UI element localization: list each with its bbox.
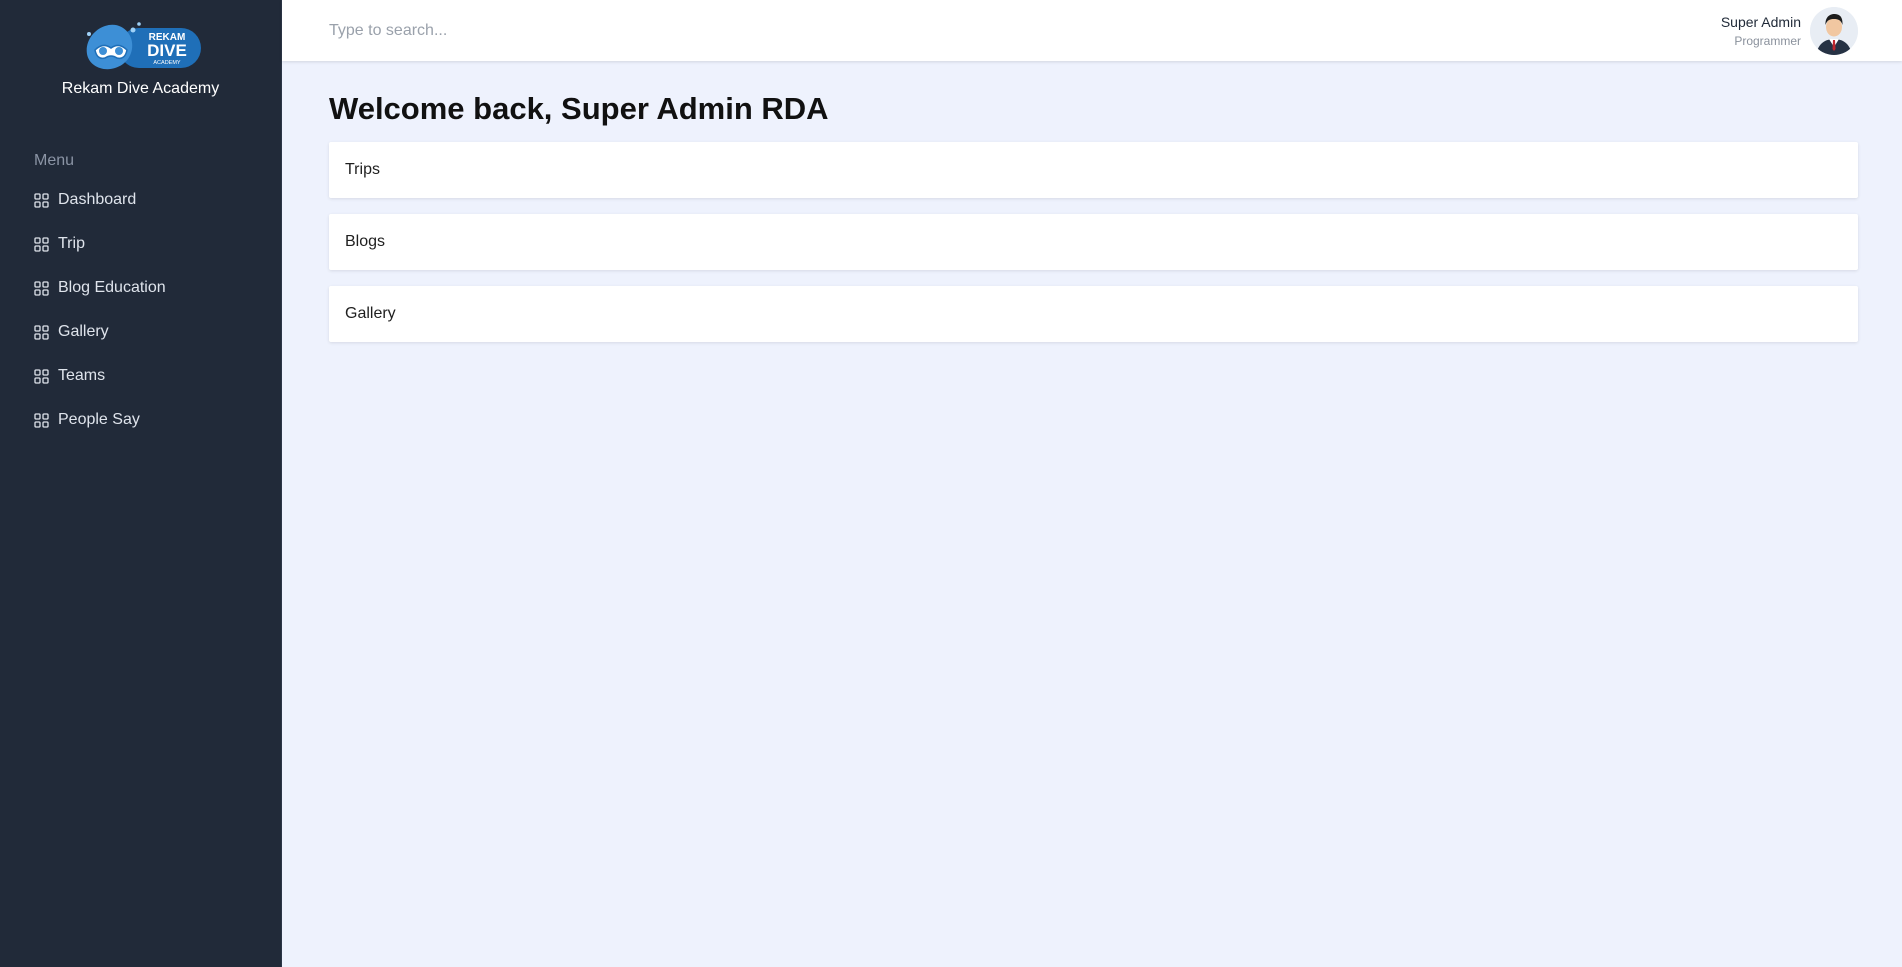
- grid-icon: [34, 280, 49, 296]
- card-gallery[interactable]: Gallery: [329, 286, 1858, 342]
- user-menu[interactable]: Super Admin Programmer: [1721, 6, 1858, 55]
- avatar[interactable]: [1810, 6, 1858, 55]
- grid-icon: [34, 236, 49, 252]
- grid-icon: [34, 324, 49, 340]
- sidebar: REKAM DIVE ACADEMY Rekam Dive Academy Me…: [0, 0, 282, 967]
- sidebar-item-label: Blog Education: [58, 279, 166, 296]
- sidebar-item-blog-education[interactable]: Blog Education: [0, 266, 281, 310]
- sidebar-item-people-say[interactable]: People Say: [0, 398, 281, 442]
- top-bar: Super Admin Programmer: [282, 0, 1902, 61]
- app-root: REKAM DIVE ACADEMY Rekam Dive Academy Me…: [0, 0, 1902, 967]
- sidebar-item-trip[interactable]: Trip: [0, 222, 281, 266]
- dive-mask-logo-icon: REKAM DIVE ACADEMY: [86, 22, 201, 70]
- sidebar-item-label: Gallery: [58, 323, 109, 340]
- main-area: Super Admin Programmer Welcome back, Su: [282, 0, 1902, 967]
- dashboard-content: Welcome back, Super Admin RDA Trips Blog…: [282, 61, 1902, 358]
- card-blogs[interactable]: Blogs: [329, 214, 1858, 270]
- sidebar-item-gallery[interactable]: Gallery: [0, 310, 281, 354]
- user-name: Super Admin: [1720, 13, 1801, 30]
- brand-logo[interactable]: REKAM DIVE ACADEMY: [79, 20, 203, 72]
- sidebar-item-label: Trip: [58, 235, 85, 252]
- sidebar-item-label: People Say: [58, 411, 140, 428]
- user-role: Programmer: [1734, 33, 1801, 48]
- page-title: Welcome back, Super Admin RDA: [329, 91, 829, 126]
- sidebar-item-teams[interactable]: Teams: [0, 354, 281, 398]
- logo-text-bottom: ACADEMY: [153, 60, 181, 66]
- card-trips[interactable]: Trips: [329, 142, 1858, 198]
- brand: REKAM DIVE ACADEMY Rekam Dive Academy: [0, 0, 281, 98]
- search-input[interactable]: [329, 21, 829, 40]
- grid-icon: [34, 412, 49, 428]
- grid-icon: [34, 192, 49, 208]
- user-avatar-icon: [1810, 6, 1858, 55]
- logo-text-main: DIVE: [147, 41, 187, 60]
- sidebar-item-label: Teams: [58, 367, 106, 384]
- brand-name: Rekam Dive Academy: [61, 80, 220, 97]
- user-info: Super Admin Programmer: [1721, 14, 1801, 48]
- sidebar-item-label: Dashboard: [58, 191, 137, 208]
- menu-label: Menu: [34, 152, 75, 169]
- grid-icon: [34, 368, 49, 384]
- sidebar-item-dashboard[interactable]: Dashboard: [0, 178, 281, 222]
- sidebar-menu: Dashboard Trip Blog Education Gallery Te…: [0, 178, 281, 442]
